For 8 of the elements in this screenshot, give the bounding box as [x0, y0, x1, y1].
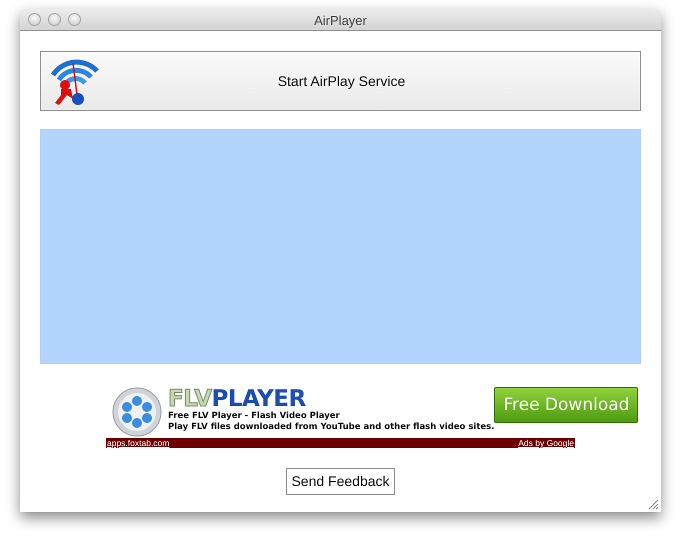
ad-logo-text: FLVPLAYER	[168, 387, 306, 411]
ad-description: Play FLV files downloaded from YouTube and other flash video sites.	[168, 422, 494, 433]
window-title: AirPlayer	[314, 13, 367, 28]
ads-by-link[interactable]: Ads by Google	[518, 438, 574, 448]
ad-url-link[interactable]: apps.foxtab.com	[107, 438, 170, 448]
send-feedback-button[interactable]: Send Feedback	[286, 468, 395, 495]
ad-headline: Free FLV Player - Flash Video Player	[168, 411, 341, 422]
start-service-button[interactable]: Start AirPlay Service	[40, 51, 641, 111]
